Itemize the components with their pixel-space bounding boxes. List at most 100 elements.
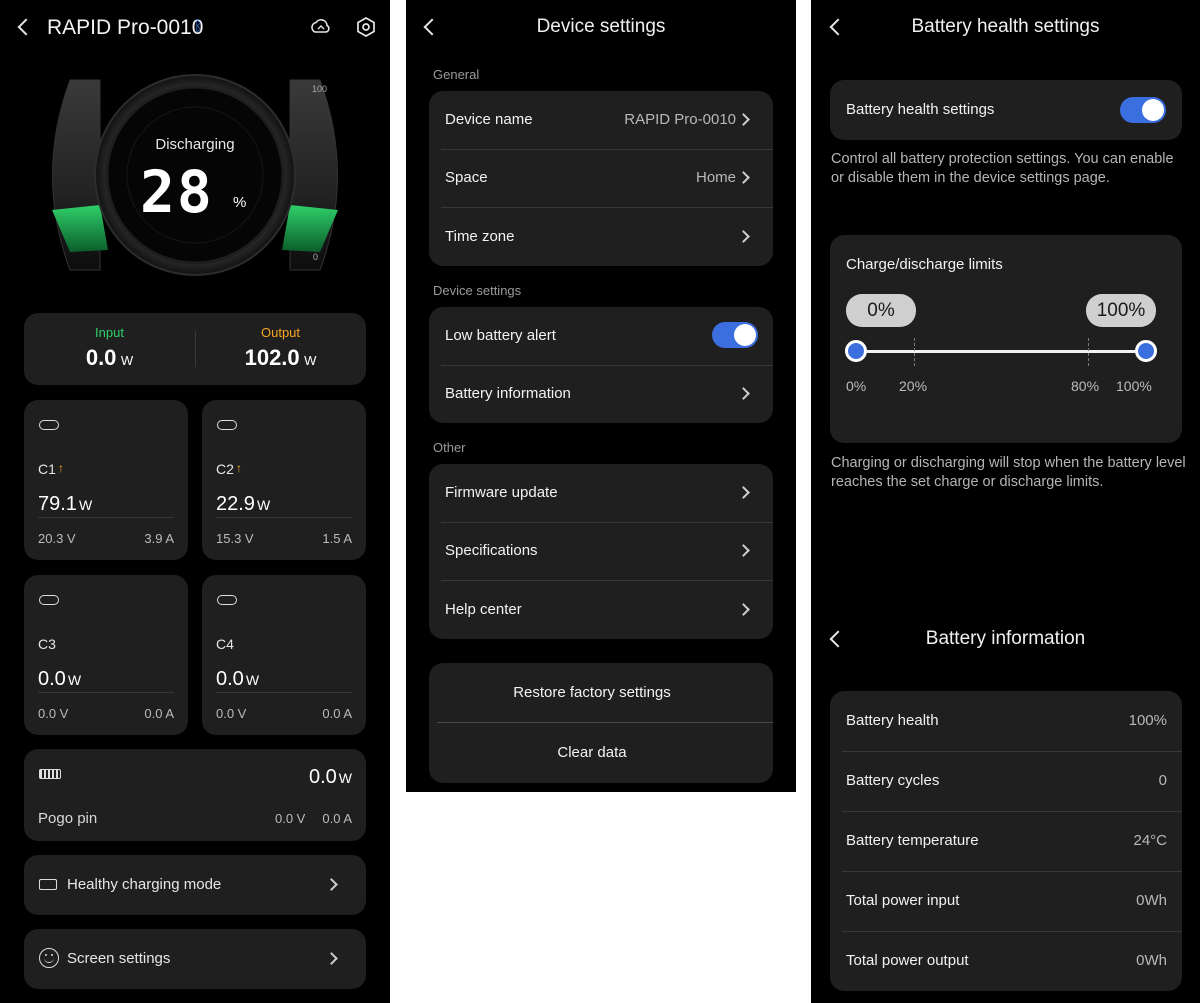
device-name-row[interactable]: Device name RAPID Pro-0010 — [429, 91, 773, 149]
output-unit: W — [304, 353, 317, 368]
healthy-charging-label: Healthy charging mode — [67, 876, 222, 893]
device-title: RAPID Pro-0010 — [47, 16, 204, 39]
port-divider — [216, 517, 352, 518]
upper-limit-handle[interactable] — [1135, 340, 1157, 362]
lower-limit-handle[interactable] — [845, 340, 867, 362]
upper-limit-bubble: 100% — [1086, 294, 1156, 327]
tick-label: 100% — [1116, 378, 1152, 394]
section-header-general: General — [433, 67, 480, 82]
section-header-device-settings: Device settings — [433, 283, 522, 298]
gauge-max-label: 100 — [312, 84, 327, 94]
time-zone-row[interactable]: Time zone — [429, 207, 773, 265]
tick-label: 20% — [899, 378, 928, 394]
pogo-pin-icon — [39, 769, 61, 779]
battery-health-toggle[interactable] — [1120, 97, 1166, 123]
device-settings-screen: Device settings General Device name RAPI… — [406, 0, 796, 792]
battery-info-label: Battery cycles — [846, 772, 940, 789]
port-current: 1.5 A — [322, 531, 352, 546]
settings-hex-icon[interactable] — [355, 16, 377, 38]
pogo-pin-card[interactable]: 0.0 W Pogo pin 0.0 V 0.0 A — [24, 749, 366, 841]
smiley-icon — [39, 948, 59, 968]
chevron-right-icon — [325, 878, 338, 891]
gauge-min-label: 0 — [313, 252, 318, 262]
limits-footer: Charging or discharging will stop when t… — [831, 455, 1186, 490]
page-title: Device settings — [536, 16, 666, 37]
chevron-right-icon — [325, 952, 338, 965]
battery-health-description: Control all battery protection settings.… — [831, 151, 1174, 186]
port-power: 22.9 W — [216, 493, 271, 515]
list-item: Battery health 100% — [830, 691, 1182, 751]
back-icon[interactable] — [17, 18, 35, 36]
pogo-current: 0.0 A — [322, 811, 352, 826]
input-output-card: Input 0.0 W Output 102.0 W — [24, 313, 366, 385]
chevron-right-icon — [737, 230, 750, 243]
chevron-right-icon — [737, 387, 750, 400]
battery-info-label: Battery health — [846, 712, 939, 729]
specifications-row[interactable]: Specifications — [429, 522, 773, 580]
list-item: Battery cycles 0 — [830, 751, 1182, 811]
port-name: C2 — [216, 461, 234, 477]
usb-c-icon — [39, 420, 59, 430]
input-unit: W — [120, 353, 134, 368]
port-voltage: 0.0 V — [38, 706, 69, 721]
section-header-other: Other — [433, 440, 466, 455]
battery-info-value: 0Wh — [1136, 892, 1167, 909]
low-battery-label: Low battery alert — [445, 327, 556, 344]
restore-factory-button[interactable]: Restore factory settings — [429, 684, 755, 701]
chevron-right-icon — [737, 544, 750, 557]
limit-slider-track[interactable] — [856, 350, 1146, 353]
battery-health-toggle-label: Battery health settings — [846, 101, 995, 118]
battery-info-label: Total power output — [846, 952, 969, 969]
usb-c-icon — [39, 595, 59, 605]
port-card-c4[interactable]: C4 0.0 W 0.0 V 0.0 A — [202, 575, 366, 735]
port-card-c3[interactable]: C3 0.0 W 0.0 V 0.0 A — [24, 575, 188, 735]
help-center-row[interactable]: Help center — [429, 580, 773, 638]
battery-status: Discharging — [155, 136, 235, 153]
port-card-c2[interactable]: C2 ↑ 22.9 W 15.3 V 1.5 A — [202, 400, 366, 560]
arrow-up-icon: ↑ — [58, 461, 64, 475]
chevron-right-icon — [737, 486, 750, 499]
port-power: 0.0 W — [38, 668, 82, 690]
screen-settings-row[interactable]: Screen settings — [24, 929, 366, 989]
battery-information-label: Battery information — [445, 385, 571, 402]
list-item: Total power output 0Wh — [830, 931, 1182, 991]
device-main-screen: RAPID Pro-0010 ᛒ 100 0 Discharging 28 % … — [0, 0, 390, 1003]
pogo-voltage: 0.0 V — [275, 811, 306, 826]
port-power: 79.1 W — [38, 493, 93, 515]
list-item: Battery temperature 24°C — [830, 811, 1182, 871]
list-item: Total power input 0Wh — [830, 871, 1182, 931]
firmware-update-label: Firmware update — [445, 484, 558, 501]
usb-c-icon — [217, 420, 237, 430]
battery-health-screen: Battery health settings Battery health s… — [811, 0, 1200, 1003]
specifications-label: Specifications — [445, 542, 538, 559]
danger-group: Restore factory settings Clear data — [429, 663, 773, 783]
output-value: 102.0 — [244, 345, 300, 370]
clear-data-button[interactable]: Clear data — [429, 744, 755, 761]
port-voltage: 15.3 V — [216, 531, 254, 546]
device-name-label: Device name — [445, 111, 533, 128]
cloud-sync-icon[interactable] — [309, 16, 331, 38]
battery-icon — [39, 879, 57, 890]
firmware-update-row[interactable]: Firmware update — [429, 464, 773, 522]
port-voltage: 0.0 V — [216, 706, 247, 721]
battery-info-value: 100% — [1128, 712, 1167, 729]
chevron-right-icon — [737, 603, 750, 616]
space-row[interactable]: Space Home — [429, 149, 773, 207]
low-battery-toggle[interactable] — [712, 322, 758, 348]
other-group: Firmware update Specifications Help cent… — [429, 464, 773, 639]
port-divider — [216, 692, 352, 693]
arrow-up-icon: ↑ — [236, 461, 242, 475]
port-current: 3.9 A — [144, 531, 174, 546]
help-center-label: Help center — [445, 601, 522, 618]
port-card-c1[interactable]: C1 ↑ 79.1 W 20.3 V 3.9 A — [24, 400, 188, 560]
tick-mark-20 — [914, 338, 915, 366]
port-power: 0.0 W — [216, 668, 260, 690]
battery-information-row[interactable]: Battery information — [429, 365, 773, 423]
output-label: Output — [260, 325, 301, 340]
port-current: 0.0 A — [144, 706, 174, 721]
bluetooth-icon: ᛒ — [194, 18, 204, 35]
battery-health-toggle-row: Battery health settings — [830, 80, 1182, 140]
device-name-value: RAPID Pro-0010 — [624, 111, 736, 128]
port-divider — [38, 517, 174, 518]
healthy-charging-row[interactable]: Healthy charging mode — [24, 855, 366, 915]
